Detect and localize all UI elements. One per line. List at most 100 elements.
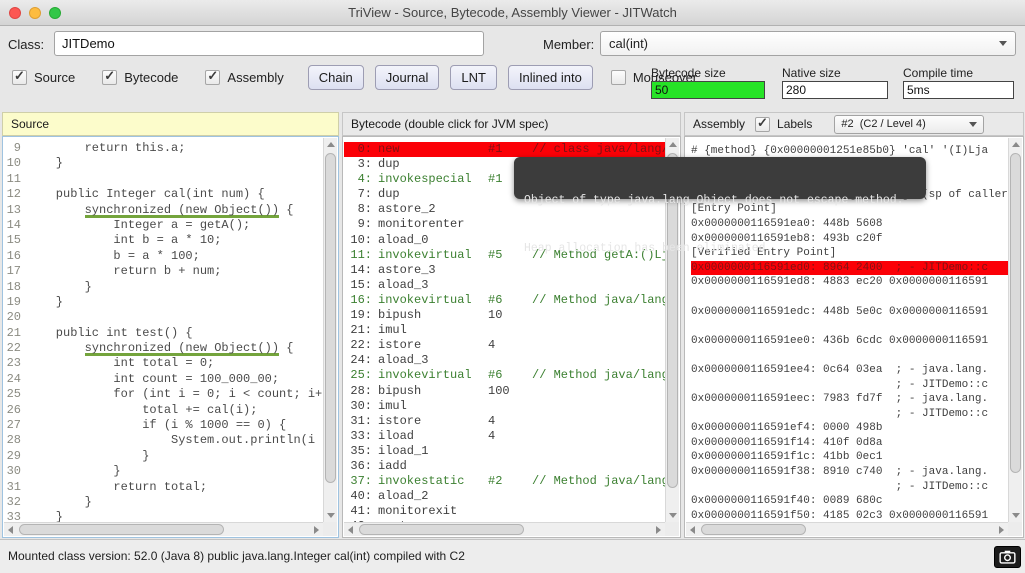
vertical-scrollbar[interactable]: [323, 138, 337, 522]
escape-analysis-tooltip: Object of type java.lang.Object does not…: [514, 157, 926, 199]
horizontal-scrollbar[interactable]: [686, 522, 1008, 536]
assembly-line[interactable]: 0x0000000116591f50: 4185 02c3 0x00000001…: [691, 509, 1008, 522]
labels-checkbox[interactable]: ✓ Labels: [755, 117, 812, 132]
checkbox-box: ✓: [205, 70, 220, 85]
source-line[interactable]: 18 }: [4, 280, 323, 295]
source-line[interactable]: 11: [4, 172, 323, 187]
source-line[interactable]: 28 System.out.println(i: [4, 433, 323, 448]
scroll-up-button[interactable]: [324, 138, 337, 151]
scroll-right-button[interactable]: [652, 523, 665, 536]
scrollbar-thumb[interactable]: [359, 524, 524, 535]
source-line[interactable]: 12 public Integer cal(int num) {: [4, 187, 323, 202]
assembly-line[interactable]: [691, 319, 1008, 334]
source-line[interactable]: 33 }: [4, 510, 323, 522]
bytecode-line[interactable]: 28: bipush 100: [344, 384, 665, 399]
member-select[interactable]: cal(int): [600, 31, 1016, 56]
scrollbar-thumb[interactable]: [701, 524, 806, 535]
view-toggle-checkbox[interactable]: ✓ Source: [12, 70, 75, 85]
maximize-button[interactable]: [49, 7, 61, 19]
horizontal-scrollbar[interactable]: [4, 522, 323, 536]
bytecode-line[interactable]: 33: iload 4: [344, 429, 665, 444]
bytecode-line[interactable]: 31: istore 4: [344, 414, 665, 429]
scroll-up-button[interactable]: [1009, 138, 1022, 151]
assembly-line[interactable]: 0x0000000116591f38: 8910 c740 ; - java.l…: [691, 465, 1008, 480]
scroll-down-button[interactable]: [324, 509, 337, 522]
bytecode-line[interactable]: 35: iload_1: [344, 444, 665, 459]
close-button[interactable]: [9, 7, 21, 19]
toolbar-button[interactable]: Inlined into: [508, 65, 593, 90]
source-line[interactable]: 27 if (i % 1000 == 0) {: [4, 418, 323, 433]
source-line[interactable]: 15 int b = a * 10;: [4, 233, 323, 248]
source-line[interactable]: 31 return total;: [4, 480, 323, 495]
assembly-line[interactable]: 0x0000000116591f14: 410f 0d8a: [691, 436, 1008, 451]
assembly-line[interactable]: ; - JITDemo::c: [691, 378, 1008, 393]
compilation-select[interactable]: #2 (C2 / Level 4): [834, 115, 984, 134]
source-line[interactable]: 20: [4, 310, 323, 325]
assembly-line[interactable]: 0x0000000116591f1c: 41bb 0ec1: [691, 450, 1008, 465]
assembly-line[interactable]: [691, 348, 1008, 363]
toolbar-button[interactable]: Chain: [308, 65, 364, 90]
scroll-left-button[interactable]: [344, 523, 357, 536]
source-line[interactable]: 25 for (int i = 0; i < count; i+: [4, 387, 323, 402]
horizontal-scrollbar[interactable]: [344, 522, 665, 536]
source-line[interactable]: 23 int total = 0;: [4, 356, 323, 371]
source-line[interactable]: 10 }: [4, 156, 323, 171]
view-toggle-checkbox[interactable]: ✓ Assembly: [205, 70, 283, 85]
toolbar-button[interactable]: LNT: [450, 65, 497, 90]
minimize-button[interactable]: [29, 7, 41, 19]
bytecode-line[interactable]: 0: new #1 // class java/lang/: [344, 142, 665, 157]
toolbar-button[interactable]: Journal: [375, 65, 440, 90]
assembly-line[interactable]: ; - JITDemo::c: [691, 407, 1008, 422]
scroll-left-button[interactable]: [4, 523, 17, 536]
source-line[interactable]: 9 return this.a;: [4, 141, 323, 156]
bytecode-line[interactable]: 30: imul: [344, 399, 665, 414]
vertical-scrollbar[interactable]: [1008, 138, 1022, 522]
native-size-field: 280: [782, 81, 888, 99]
bytecode-line[interactable]: 22: istore 4: [344, 338, 665, 353]
source-line[interactable]: 16 b = a * 100;: [4, 249, 323, 264]
bytecode-line[interactable]: 16: invokevirtual #6 // Method java/lang…: [344, 293, 665, 308]
scroll-down-button[interactable]: [1009, 509, 1022, 522]
screenshot-button[interactable]: [994, 546, 1021, 568]
assembly-line[interactable]: 0x0000000116591ee0: 436b 6cdc 0x00000001…: [691, 334, 1008, 349]
bytecode-line[interactable]: 25: invokevirtual #6 // Method java/lang…: [344, 368, 665, 383]
source-line[interactable]: 30 }: [4, 464, 323, 479]
bytecode-line[interactable]: 36: iadd: [344, 459, 665, 474]
source-line[interactable]: 17 return b + num;: [4, 264, 323, 279]
assembly-line[interactable]: 0x0000000116591f40: 0089 680c: [691, 494, 1008, 509]
scrollbar-thumb[interactable]: [325, 153, 336, 483]
source-line[interactable]: 26 total += cal(i);: [4, 403, 323, 418]
scroll-up-button[interactable]: [666, 138, 679, 151]
bytecode-line[interactable]: 41: monitorexit: [344, 504, 665, 519]
source-line[interactable]: 19 }: [4, 295, 323, 310]
bytecode-line[interactable]: 40: aload_2: [344, 489, 665, 504]
scrollbar-thumb[interactable]: [1010, 153, 1021, 473]
source-line[interactable]: 14 Integer a = getA();: [4, 218, 323, 233]
code-text: System.out.println(i: [27, 433, 315, 448]
source-line[interactable]: 21 public int test() {: [4, 326, 323, 341]
assembly-line[interactable]: 0x0000000116591ef4: 0000 498b: [691, 421, 1008, 436]
scrollbar-thumb[interactable]: [19, 524, 224, 535]
scroll-right-button[interactable]: [310, 523, 323, 536]
source-line[interactable]: 29 }: [4, 449, 323, 464]
source-line[interactable]: 24 int count = 100_000_00;: [4, 372, 323, 387]
source-line[interactable]: 32 }: [4, 495, 323, 510]
bytecode-line[interactable]: 37: invokestatic #2 // Method java/lang/: [344, 474, 665, 489]
source-line[interactable]: 22 synchronized (new Object()) {: [4, 341, 323, 356]
assembly-line[interactable]: 0x0000000116591edc: 448b 5e0c 0x00000001…: [691, 305, 1008, 320]
bytecode-line[interactable]: 21: imul: [344, 323, 665, 338]
native-size-label: Native size: [782, 66, 841, 80]
scroll-down-button[interactable]: [666, 509, 679, 522]
assembly-line[interactable]: 0x0000000116591ee4: 0c64 03ea ; - java.l…: [691, 363, 1008, 378]
source-code-area[interactable]: 9 return this.a; 10 } 11: [2, 136, 339, 538]
bytecode-line[interactable]: 19: bipush 10: [344, 308, 665, 323]
assembly-line[interactable]: 0x0000000116591eec: 7983 fd7f ; - java.l…: [691, 392, 1008, 407]
bytecode-line[interactable]: 24: aload_3: [344, 353, 665, 368]
view-toggle-checkbox[interactable]: ✓ Bytecode: [102, 70, 178, 85]
assembly-line[interactable]: [691, 290, 1008, 305]
class-input[interactable]: [54, 31, 484, 56]
scroll-right-button[interactable]: [995, 523, 1008, 536]
scroll-left-button[interactable]: [686, 523, 699, 536]
assembly-line[interactable]: ; - JITDemo::c: [691, 480, 1008, 495]
source-line[interactable]: 13 synchronized (new Object()) {: [4, 203, 323, 218]
